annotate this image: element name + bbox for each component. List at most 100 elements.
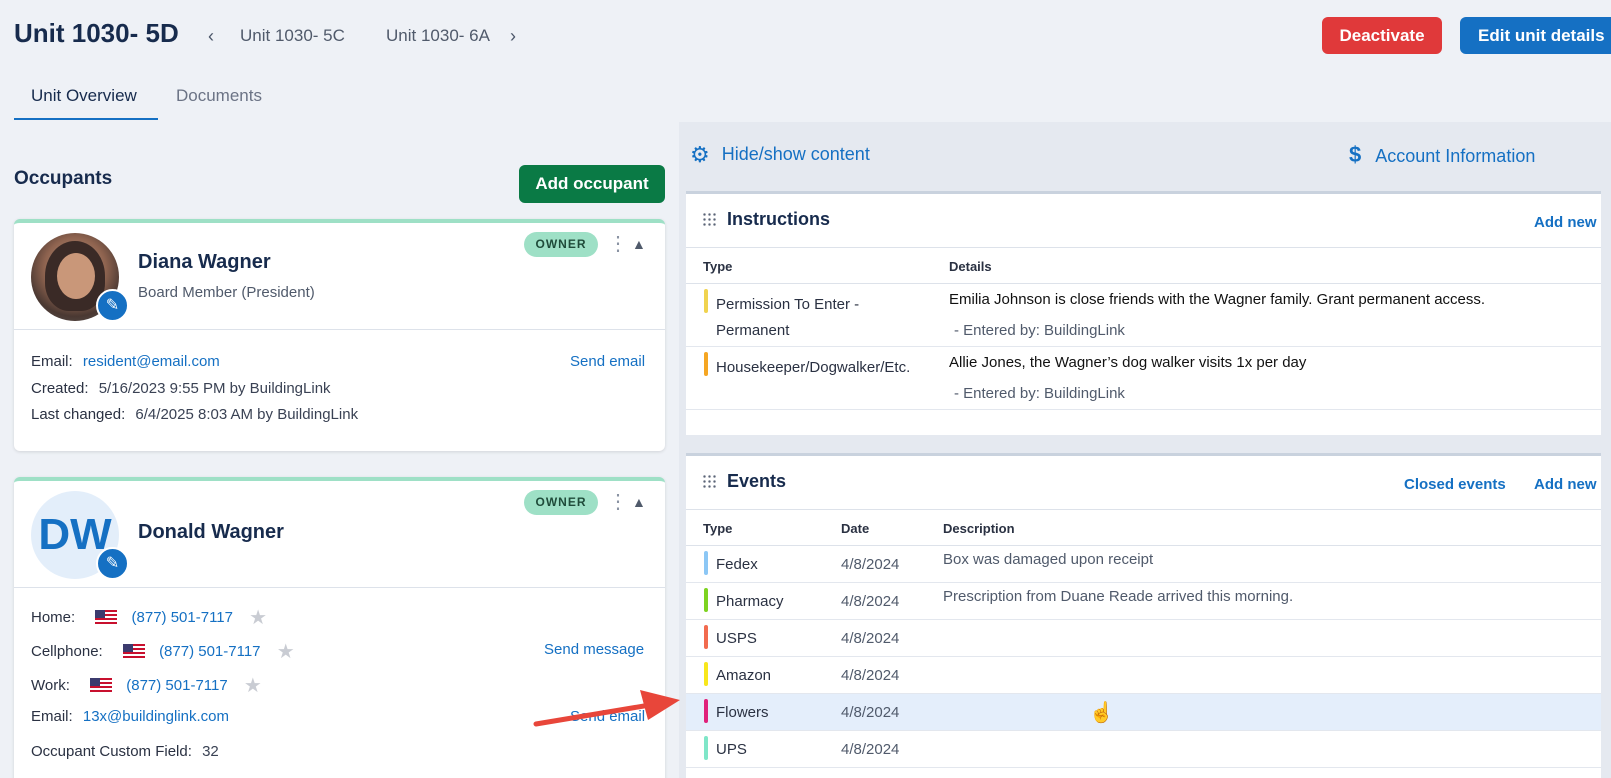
email-link[interactable]: 13x@buildinglink.com [83, 708, 229, 725]
star-icon[interactable]: ★ [249, 605, 267, 630]
last-changed-value: 6/4/2025 8:03 AM by BuildingLink [135, 406, 359, 423]
event-type: Pharmacy [716, 593, 784, 610]
type-color-bar [704, 551, 708, 575]
table-row[interactable]: Flowers 4/8/2024 [686, 694, 1601, 731]
us-flag-icon [122, 644, 145, 658]
star-icon[interactable]: ★ [244, 673, 262, 698]
drag-handle-icon[interactable] [702, 474, 716, 490]
more-vertical-icon[interactable]: ⋮ [608, 489, 628, 514]
tab-documents[interactable]: Documents [176, 86, 262, 106]
instruction-details: Emilia Johnson is close friends with the… [949, 291, 1486, 308]
type-color-bar [704, 588, 708, 612]
owner-badge: OWNER [524, 490, 598, 515]
events-header: Events Closed events Add new [686, 456, 1601, 510]
edit-unit-details-button[interactable]: Edit unit details [1460, 17, 1611, 54]
home-phone-row: Home: (877) 501-7117 ★ [31, 605, 267, 630]
deactivate-button[interactable]: Deactivate [1322, 17, 1442, 54]
email-label: Email: [31, 708, 73, 725]
last-changed-row: Last changed: 6/4/2025 8:03 AM by Buildi… [31, 406, 358, 423]
event-type: UPS [716, 741, 747, 758]
event-date: 4/8/2024 [841, 741, 900, 758]
hide-show-content-button[interactable]: ⚙ Hide/show content [690, 142, 870, 168]
pencil-icon[interactable]: ✎ [96, 547, 129, 580]
top-bar: Unit 1030- 5D ‹ Unit 1030- 5C Unit 1030-… [0, 0, 1611, 70]
type-color-bar [704, 662, 708, 686]
occupant-card: ✎ Diana Wagner Board Member (President) … [14, 219, 665, 451]
chevron-up-icon[interactable]: ▲ [632, 494, 646, 510]
chevron-up-icon[interactable]: ▲ [632, 236, 646, 252]
add-new-event-link[interactable]: Add new [1534, 476, 1597, 493]
work-label: Work: [31, 677, 70, 694]
occupant-card-header: DW ✎ Donald Wagner OWNER ⋮ ▲ [14, 481, 665, 588]
table-row[interactable]: UPS 4/8/2024 [686, 731, 1601, 768]
table-row[interactable]: Fedex 4/8/2024 Box was damaged upon receip… [686, 546, 1601, 583]
star-icon[interactable]: ★ [277, 639, 295, 664]
send-email-link[interactable]: Send email [570, 353, 645, 370]
gear-icon: ⚙ [690, 142, 710, 167]
table-row[interactable]: USPS 4/8/2024 [686, 620, 1601, 657]
custom-field-row: Occupant Custom Field: 32 [31, 743, 219, 760]
custom-field-label: Occupant Custom Field: [31, 743, 192, 760]
type-color-bar [704, 289, 708, 313]
occupant-card-header: ✎ Diana Wagner Board Member (President) … [14, 223, 665, 330]
add-occupant-button[interactable]: Add occupant [519, 165, 665, 203]
occupant-role: Board Member (President) [138, 284, 315, 301]
work-phone-row: Work: (877) 501-7117 ★ [31, 673, 262, 698]
email-link[interactable]: resident@email.com [83, 353, 220, 370]
event-date: 4/8/2024 [841, 556, 900, 573]
column-header-date: Date [841, 521, 870, 536]
occupant-name[interactable]: Donald Wagner [138, 521, 284, 544]
events-rows: Fedex 4/8/2024 Box was damaged upon receip… [686, 546, 1601, 768]
page-title: Unit 1030- 5D [14, 18, 179, 48]
created-label: Created: [31, 380, 89, 397]
created-value: 5/16/2023 9:55 PM by BuildingLink [98, 380, 331, 397]
instruction-entered-by: - Entered by: BuildingLink [954, 322, 1125, 339]
email-row: Email: 13x@buildinglink.com [31, 708, 229, 725]
event-date: 4/8/2024 [841, 704, 900, 721]
occupants-heading: Occupants [14, 168, 113, 189]
account-information-label: Account Information [1375, 146, 1536, 166]
home-label: Home: [31, 609, 76, 626]
us-flag-icon [90, 678, 113, 692]
instructions-title: Instructions [727, 209, 831, 229]
table-row[interactable]: Housekeeper/Dogwalker/Etc. Allie Jones, … [686, 347, 1601, 410]
email-label: Email: [31, 353, 73, 370]
chevron-left-icon[interactable]: ‹ [208, 26, 214, 47]
send-email-link[interactable]: Send email [570, 708, 645, 725]
drag-handle-icon[interactable] [702, 212, 716, 228]
instructions-panel: Instructions Add new Type Details Permis… [686, 191, 1601, 435]
dollar-icon: $ [1349, 142, 1362, 167]
events-title: Events [727, 471, 787, 491]
instruction-entered-by: - Entered by: BuildingLink [954, 385, 1125, 402]
table-row[interactable]: Permission To Enter - Permanent Emilia J… [686, 284, 1601, 347]
table-row[interactable]: Pharmacy 4/8/2024 Prescription from Duane … [686, 583, 1601, 620]
pencil-icon[interactable]: ✎ [96, 289, 129, 322]
column-header-details: Details [949, 259, 992, 274]
occupant-name[interactable]: Diana Wagner [138, 251, 271, 274]
created-row: Created: 5/16/2023 9:55 PM by BuildingLi… [31, 380, 331, 397]
type-color-bar [704, 736, 708, 760]
prev-unit-link[interactable]: Unit 1030- 5C [240, 26, 345, 46]
events-panel: Events Closed events Add new Type Date D… [686, 453, 1601, 778]
more-vertical-icon[interactable]: ⋮ [608, 231, 628, 256]
work-phone-link[interactable]: (877) 501-7117 [126, 677, 227, 694]
cellphone-link[interactable]: (877) 501-7117 [159, 643, 260, 660]
account-information-button[interactable]: $ Account Information [1349, 142, 1535, 168]
event-date: 4/8/2024 [841, 630, 900, 647]
type-color-bar [704, 699, 708, 723]
event-type: USPS [716, 630, 757, 647]
closed-events-link[interactable]: Closed events [1404, 476, 1506, 493]
home-phone-link[interactable]: (877) 501-7117 [132, 609, 233, 626]
tab-unit-overview[interactable]: Unit Overview [31, 86, 137, 106]
send-message-link[interactable]: Send message [544, 641, 644, 658]
add-new-instruction-link[interactable]: Add new [1534, 214, 1597, 231]
occupant-card: DW ✎ Donald Wagner OWNER ⋮ ▲ Home: (877)… [14, 477, 665, 778]
table-row[interactable]: Amazon 4/8/2024 [686, 657, 1601, 694]
next-unit-link[interactable]: Unit 1030- 6A [386, 26, 490, 46]
event-type: Flowers [716, 704, 769, 721]
type-color-bar [704, 352, 708, 376]
instruction-type: Housekeeper/Dogwalker/Etc. [716, 359, 911, 376]
events-table-header: Type Date Description [686, 510, 1601, 546]
cellphone-label: Cellphone: [31, 643, 103, 660]
chevron-right-icon[interactable]: › [510, 26, 516, 47]
